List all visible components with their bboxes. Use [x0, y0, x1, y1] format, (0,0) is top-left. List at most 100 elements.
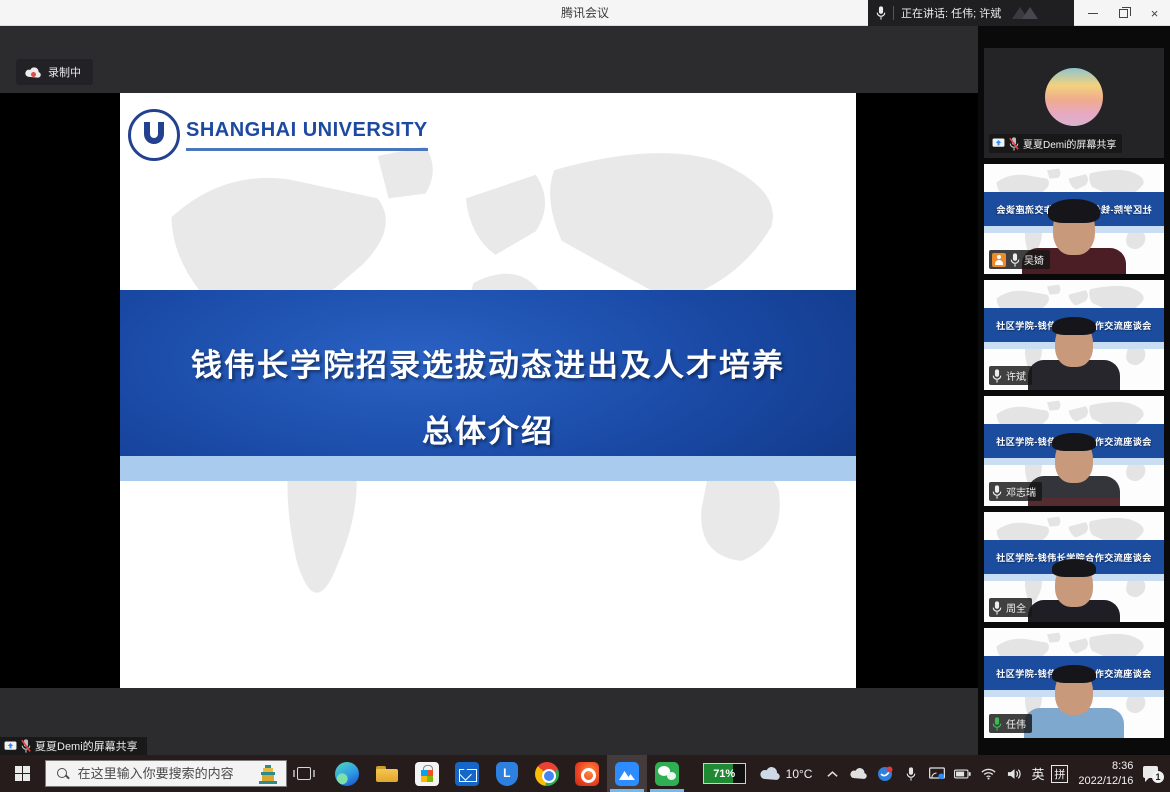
taskbar-app-office[interactable]: [567, 755, 607, 792]
mic-muted-icon: [21, 739, 31, 753]
slide-title-line1: 钱伟长学院招录选拔动态进出及人才培养: [120, 340, 856, 385]
taskbar-app-mail[interactable]: [447, 755, 487, 792]
university-name: SHANGHAI UNIVERSITY: [186, 119, 428, 141]
speaking-indicator: 正在讲话: 任伟; 许斌: [868, 0, 1074, 26]
windows-taskbar: 71% 10°C 英 拼 8:36 2022/12/16 1: [0, 755, 1170, 792]
participant-tile[interactable]: 夏夏Demi的屏幕共享: [984, 48, 1164, 158]
microphone-icon: [876, 6, 886, 20]
date: 2022/12/16: [1078, 774, 1133, 788]
weather-cloud-icon: [760, 767, 780, 780]
taskbar-clock[interactable]: 8:36 2022/12/16: [1078, 759, 1133, 788]
microphone-icon: [1009, 137, 1019, 151]
person-head: [1055, 669, 1093, 715]
weather-temp: 10°C: [786, 767, 813, 781]
tencent-meeting-icon: [615, 762, 639, 786]
microphone-icon: [992, 601, 1002, 615]
store-icon: [415, 762, 439, 786]
participant-name-label: 邓志瑞: [989, 482, 1042, 501]
participant-tile[interactable]: 社区学院-钱伟长学院合作交流座谈会 邓志瑞: [984, 396, 1164, 506]
taskbar-app-edge[interactable]: [327, 755, 367, 792]
microphone-icon: [992, 485, 1002, 499]
taskbar-search[interactable]: [45, 760, 288, 787]
volume-icon[interactable]: [1006, 765, 1023, 782]
minimize-button[interactable]: [1077, 0, 1108, 26]
taskbar-app-chrome[interactable]: [527, 755, 567, 792]
participant-video: [1024, 669, 1124, 738]
windows-logo-icon: [15, 766, 30, 781]
slide-accent-strip: [120, 456, 856, 481]
slide-title-line2: 总体介绍: [120, 406, 856, 451]
start-button[interactable]: [0, 755, 45, 792]
recording-label: 录制中: [48, 64, 81, 80]
host-badge-icon: [992, 253, 1006, 267]
window-titlebar: 腾讯会议 正在讲话: 任伟; 许斌 ×: [0, 0, 1170, 26]
chrome-icon: [535, 762, 559, 786]
tencent-meeting-logo-icon: [1012, 5, 1042, 21]
participant-name: 邓志瑞: [1006, 484, 1036, 499]
participant-name-label: 夏夏Demi的屏幕共享: [989, 134, 1122, 153]
search-highlight-icon: [256, 764, 280, 784]
screen-share-banner: 夏夏Demi的屏幕共享: [0, 737, 147, 755]
participant-video: [1028, 563, 1120, 622]
shared-screen-area: 录制中 SHANGHAI UNIVERSITY 钱伟长学院招录选拔动态进出及人才…: [0, 26, 978, 755]
taskbar-app-explorer[interactable]: [367, 755, 407, 792]
search-icon: [56, 767, 70, 781]
participant-name-label: 许斌: [989, 366, 1032, 385]
participant-list: 夏夏Demi的屏幕共享 社区学院-钱伟长学院合作交流座谈会 吴: [978, 26, 1170, 755]
wifi-icon[interactable]: [980, 765, 997, 782]
battery-percent: 71%: [713, 768, 735, 780]
divider: [893, 6, 894, 20]
participant-tile[interactable]: 社区学院-钱伟长学院合作交流座谈会 周全: [984, 512, 1164, 622]
avatar: [1045, 68, 1103, 126]
person-head: [1055, 563, 1093, 607]
battery-widget[interactable]: 71%: [703, 763, 746, 784]
close-button[interactable]: ×: [1139, 0, 1170, 26]
search-input[interactable]: [78, 766, 258, 781]
taskbar-app-store[interactable]: [407, 755, 447, 792]
participant-name: 夏夏Demi的屏幕共享: [1023, 136, 1116, 151]
cast-icon[interactable]: [928, 765, 945, 782]
chevron-up-icon[interactable]: [824, 765, 841, 782]
taskbar-app-tencent-meeting[interactable]: [607, 755, 647, 792]
participant-video: [1028, 321, 1120, 390]
participant-tile[interactable]: 社区学院-钱伟长学院合作交流座谈会 吴婍: [984, 164, 1164, 274]
screen-share-icon: [4, 741, 17, 752]
taskbar-app-security[interactable]: [487, 755, 527, 792]
action-center-button[interactable]: 1: [1143, 765, 1162, 783]
taskbar-app-wechat[interactable]: [647, 755, 687, 792]
restore-icon: [1119, 9, 1128, 18]
microphone-icon[interactable]: [902, 765, 919, 782]
participant-tile[interactable]: 社区学院-钱伟长学院合作交流座谈会 任伟: [984, 628, 1164, 738]
task-view-button[interactable]: [287, 755, 320, 792]
speaking-label: 正在讲话: 任伟; 许斌: [901, 5, 1001, 21]
explorer-icon: [375, 762, 399, 786]
participant-name-label: 任伟: [989, 714, 1032, 733]
screen-share-owner-label: 夏夏Demi的屏幕共享: [35, 738, 138, 754]
presentation-slide: SHANGHAI UNIVERSITY 钱伟长学院招录选拔动态进出及人才培养 总…: [120, 93, 856, 688]
restore-button[interactable]: [1108, 0, 1139, 26]
screen-share-icon: [992, 138, 1005, 149]
cloud-recording-icon: [25, 67, 41, 78]
edge-icon: [335, 762, 359, 786]
tencent-meeting-window: 腾讯会议 正在讲话: 任伟; 许斌 × 录制中: [0, 0, 1170, 792]
weather-widget[interactable]: 10°C: [760, 767, 813, 781]
task-view-icon: [297, 767, 311, 780]
wechat-icon: [655, 762, 679, 786]
input-language-indicator[interactable]: 英: [1031, 764, 1044, 783]
microphone-icon: [992, 369, 1002, 383]
participant-name: 周全: [1006, 600, 1026, 615]
office-icon: [575, 762, 599, 786]
recording-indicator[interactable]: 录制中: [16, 59, 93, 85]
ime-indicator[interactable]: 拼: [1051, 765, 1068, 783]
participant-name-label: 吴婍: [989, 250, 1050, 269]
battery-icon[interactable]: [954, 765, 971, 782]
minimize-icon: [1088, 13, 1098, 14]
cloud-icon[interactable]: [850, 765, 867, 782]
participant-tile[interactable]: 社区学院-钱伟长学院合作交流座谈会 许斌: [984, 280, 1164, 390]
participant-name: 许斌: [1006, 368, 1026, 383]
microphone-icon: [992, 717, 1002, 731]
shield-icon[interactable]: [876, 765, 893, 782]
slide-title-banner: 钱伟长学院招录选拔动态进出及人才培养 总体介绍: [120, 290, 856, 456]
person-head: [1053, 203, 1095, 255]
notification-count: 1: [1152, 771, 1164, 783]
